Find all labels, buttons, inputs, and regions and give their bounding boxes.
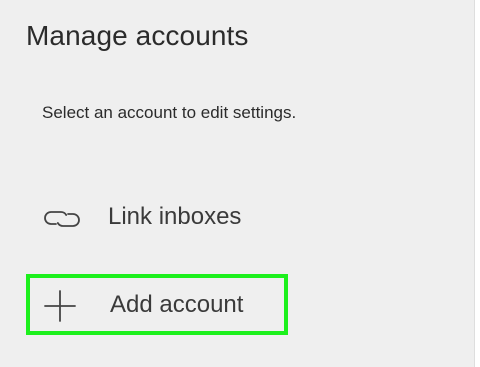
plus-icon: [43, 289, 77, 328]
link-inboxes-button[interactable]: Link inboxes: [26, 196, 446, 240]
panel-divider: [474, 0, 480, 367]
add-account-button[interactable]: Add account: [26, 274, 288, 335]
add-account-label: Add account: [110, 291, 244, 318]
link-inboxes-label: Link inboxes: [108, 203, 242, 230]
manage-accounts-panel: Manage accounts Select an account to edi…: [0, 0, 474, 367]
instruction-text: Select an account to edit settings.: [42, 103, 297, 122]
link-inboxes-icon: [43, 205, 81, 238]
page-title: Manage accounts: [26, 20, 249, 51]
